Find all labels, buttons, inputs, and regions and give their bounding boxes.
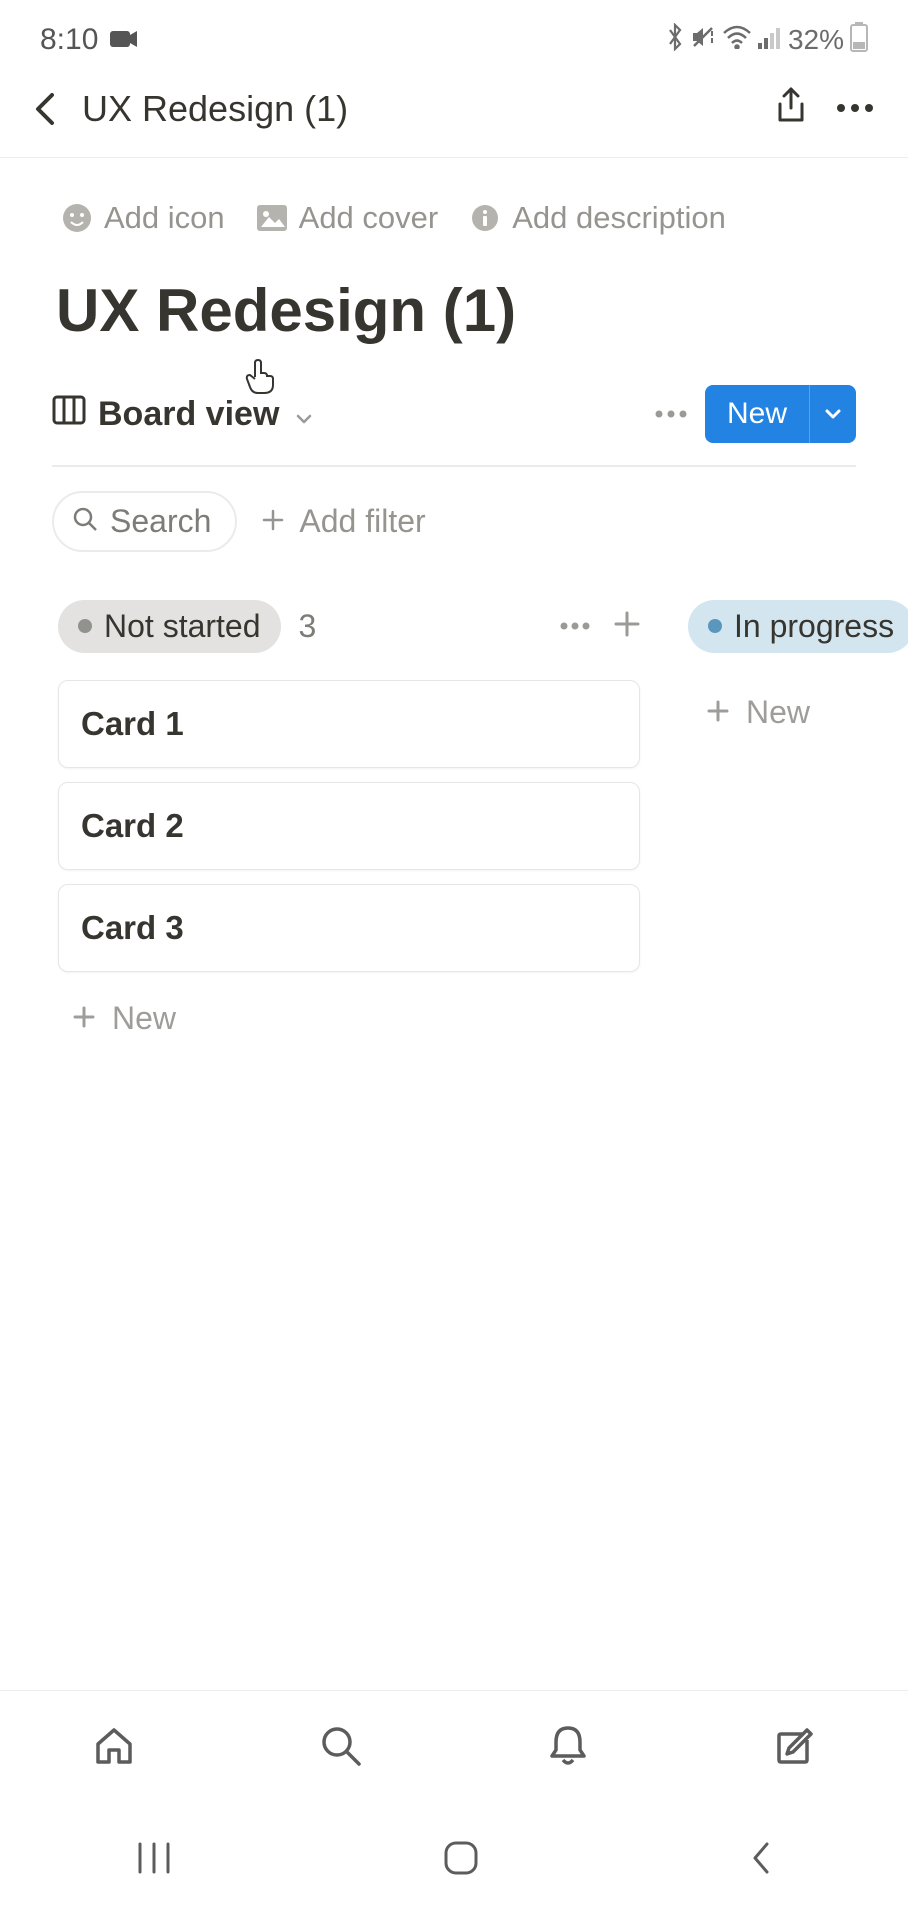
cursor-hand-icon bbox=[242, 357, 276, 406]
battery-icon bbox=[850, 22, 868, 59]
battery-text: 32% bbox=[788, 24, 844, 56]
info-icon bbox=[470, 203, 500, 233]
page-meta-row: Add icon Add cover Add description bbox=[0, 158, 908, 236]
sys-home-button[interactable] bbox=[443, 1840, 479, 1881]
plus-icon bbox=[706, 694, 730, 731]
new-button-dropdown[interactable] bbox=[809, 385, 856, 443]
status-dot-icon bbox=[708, 619, 722, 633]
status-dot-icon bbox=[78, 619, 92, 633]
add-description-label: Add description bbox=[512, 200, 726, 236]
nav-search[interactable] bbox=[311, 1716, 371, 1776]
app-bottom-nav bbox=[0, 1690, 908, 1800]
new-button-main[interactable]: New bbox=[705, 385, 809, 443]
add-icon-label: Add icon bbox=[104, 200, 225, 236]
add-cover-button[interactable]: Add cover bbox=[257, 200, 439, 236]
view-controls: Board view New bbox=[52, 385, 856, 467]
page-title[interactable]: UX Redesign (1) bbox=[0, 236, 908, 345]
android-system-nav bbox=[0, 1800, 908, 1920]
top-nav: UX Redesign (1) bbox=[0, 72, 908, 158]
filter-row: Search Add filter bbox=[0, 467, 908, 552]
image-icon bbox=[257, 203, 287, 233]
wifi-icon bbox=[722, 24, 752, 56]
board-card[interactable]: Card 3 bbox=[58, 884, 640, 972]
search-label: Search bbox=[110, 503, 211, 540]
add-cover-label: Add cover bbox=[299, 200, 439, 236]
new-card-label: New bbox=[746, 694, 810, 731]
android-status-bar: 8:10 32% bbox=[0, 0, 908, 72]
chevron-down-icon bbox=[295, 395, 313, 434]
new-button: New bbox=[705, 385, 856, 443]
column-count: 3 bbox=[299, 608, 317, 645]
sys-recent-button[interactable] bbox=[135, 1842, 173, 1879]
column-header: In progress bbox=[688, 602, 908, 650]
board-column-in-progress: In progress New bbox=[688, 602, 908, 1051]
new-card-label: New bbox=[112, 1000, 176, 1037]
status-pill-in-progress[interactable]: In progress bbox=[688, 600, 908, 653]
nav-compose[interactable] bbox=[765, 1716, 825, 1776]
sys-back-button[interactable] bbox=[749, 1840, 773, 1881]
plus-icon bbox=[72, 1000, 96, 1037]
nav-notifications[interactable] bbox=[538, 1716, 598, 1776]
column-header: Not started 3 bbox=[58, 602, 640, 650]
nav-title[interactable]: UX Redesign (1) bbox=[82, 88, 774, 130]
status-label: In progress bbox=[734, 608, 894, 645]
board-column-not-started: Not started 3 Card 1 Card 2 Card 3 New bbox=[58, 602, 640, 1051]
board-icon bbox=[52, 395, 86, 434]
emoji-icon bbox=[62, 203, 92, 233]
back-button[interactable] bbox=[24, 89, 68, 129]
search-button[interactable]: Search bbox=[52, 491, 237, 552]
add-icon-button[interactable]: Add icon bbox=[62, 200, 225, 236]
mute-icon bbox=[690, 24, 716, 57]
share-icon[interactable] bbox=[774, 86, 808, 131]
board-area: Not started 3 Card 1 Card 2 Card 3 New bbox=[0, 552, 908, 1051]
plus-icon bbox=[261, 503, 285, 540]
new-card-button[interactable]: New bbox=[58, 986, 640, 1051]
column-more-button[interactable] bbox=[560, 617, 590, 635]
add-filter-button[interactable]: Add filter bbox=[261, 503, 425, 540]
nav-home[interactable] bbox=[84, 1716, 144, 1776]
status-pill-not-started[interactable]: Not started bbox=[58, 600, 281, 653]
camera-icon bbox=[110, 23, 138, 57]
status-time: 8:10 bbox=[40, 23, 98, 57]
column-add-button[interactable] bbox=[614, 611, 640, 642]
add-filter-label: Add filter bbox=[299, 503, 425, 540]
status-label: Not started bbox=[104, 608, 261, 645]
add-description-button[interactable]: Add description bbox=[470, 200, 726, 236]
board-card[interactable]: Card 2 bbox=[58, 782, 640, 870]
view-switcher[interactable]: Board view bbox=[52, 395, 313, 434]
new-card-button[interactable]: New bbox=[688, 680, 908, 745]
board-card[interactable]: Card 1 bbox=[58, 680, 640, 768]
signal-icon bbox=[758, 24, 782, 56]
search-icon bbox=[72, 503, 98, 540]
view-more-button[interactable] bbox=[653, 410, 689, 418]
bluetooth-icon bbox=[666, 23, 684, 58]
more-icon[interactable] bbox=[836, 100, 874, 118]
